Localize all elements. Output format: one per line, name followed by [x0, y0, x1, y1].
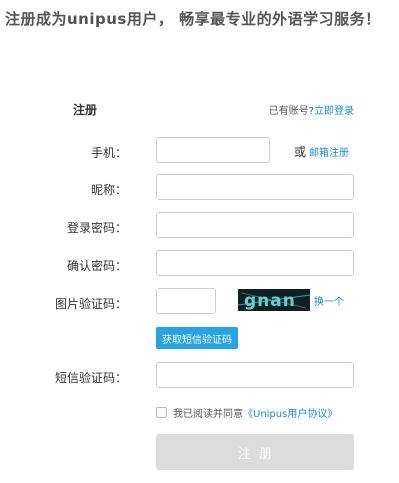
agreement-text: 我已阅读并同意 — [173, 409, 243, 420]
password-label: 登录密码： — [66, 221, 127, 235]
email-register-link[interactable]: 邮箱注册 — [309, 148, 349, 159]
captcha-label: 图片验证码： — [54, 297, 127, 311]
agreement-link[interactable]: 《Unipus用户协议》 — [243, 405, 337, 420]
captcha-noise-graphic: gnan — [238, 289, 310, 311]
phone-label: 手机： — [90, 146, 127, 160]
phone-input[interactable] — [156, 137, 270, 163]
login-hint-text: 已有账号? — [268, 106, 314, 117]
agreement-row: 我已阅读并同意 《Unipus用户协议》 — [156, 405, 337, 420]
captcha-image[interactable]: gnan — [238, 289, 310, 311]
sms-code-label: 短信验证码： — [54, 371, 127, 385]
sms-code-input[interactable] — [156, 362, 354, 388]
agreement-checkbox[interactable] — [156, 407, 167, 418]
password-input[interactable] — [156, 212, 354, 238]
nickname-input[interactable] — [156, 174, 354, 200]
captcha-input[interactable] — [156, 288, 216, 314]
form-title: 注册 — [73, 103, 98, 117]
page-headline: 注册成为unipus用户， 畅享最专业的外语学习服务！ — [5, 10, 381, 28]
captcha-refresh-link[interactable]: 换一个 — [314, 293, 344, 308]
register-submit-button[interactable]: 注册 — [156, 434, 354, 470]
get-sms-code-button[interactable]: 获取短信验证码 — [156, 327, 238, 349]
login-link[interactable]: 立即登录 — [314, 106, 354, 117]
or-text: 或 — [294, 145, 307, 159]
nickname-label: 昵称： — [90, 183, 127, 197]
confirm-password-input[interactable] — [156, 250, 354, 276]
or-text-group: 或邮箱注册 — [294, 143, 349, 160]
confirm-password-label: 确认密码： — [66, 259, 127, 273]
login-hint: 已有账号?立即登录 — [269, 102, 354, 117]
captcha-text: gnan — [244, 291, 296, 311]
